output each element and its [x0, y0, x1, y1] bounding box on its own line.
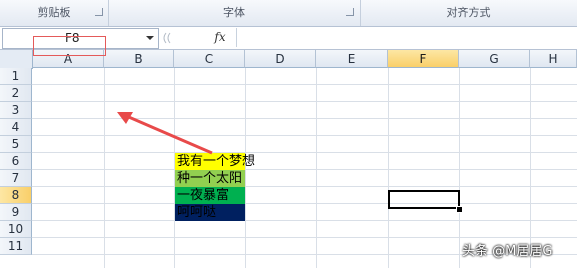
- active-cell-f8[interactable]: [388, 190, 460, 209]
- watermark-text: 头条 @M居居G: [462, 244, 553, 259]
- fill-handle[interactable]: [456, 206, 463, 213]
- annotation-arrow: [117, 112, 213, 155]
